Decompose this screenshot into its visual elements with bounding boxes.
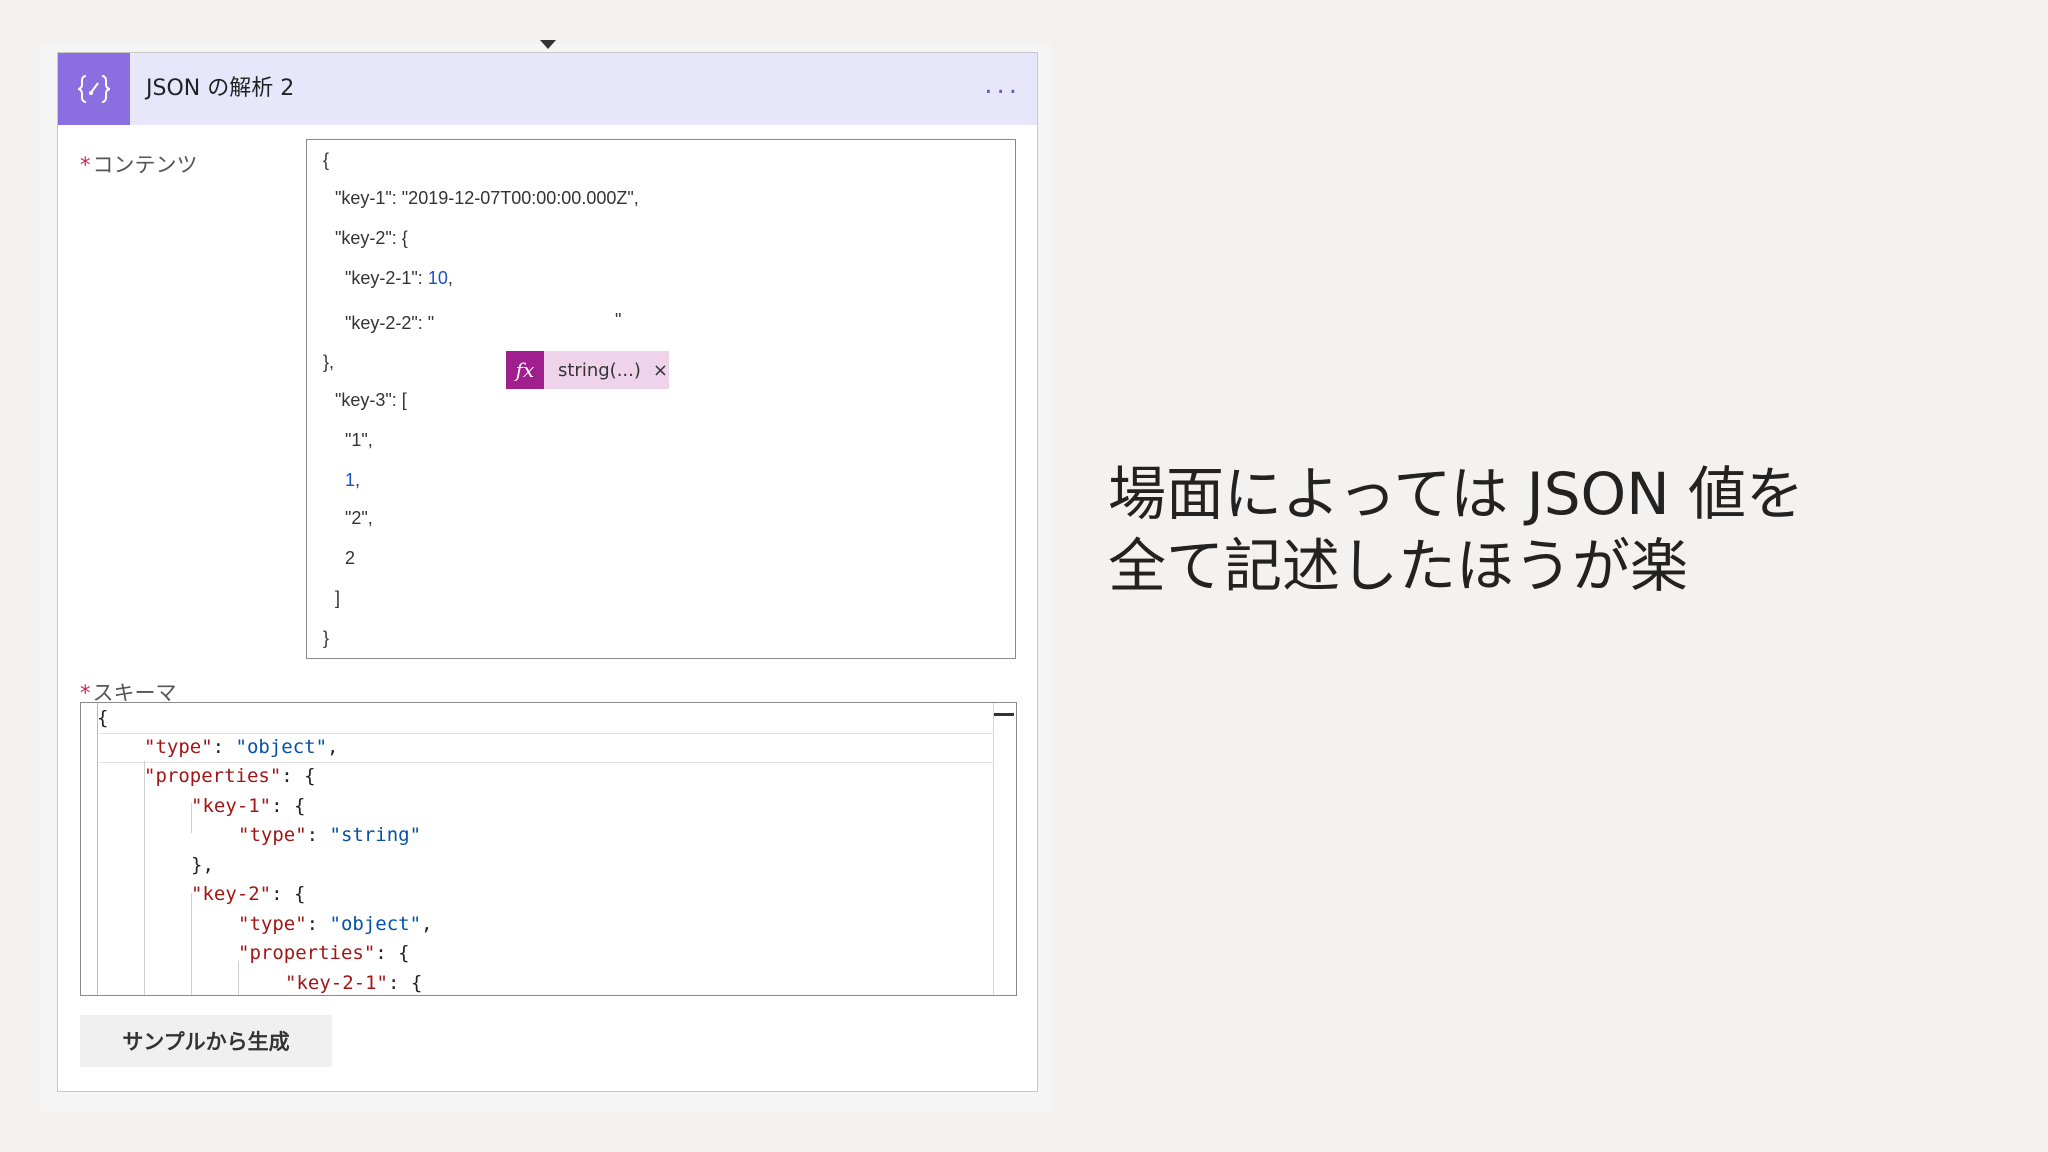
fx-icon: fx <box>506 351 544 389</box>
content-comma: , <box>355 470 361 490</box>
annotation-note: 場面によっては JSON 値を 全て記述したほうが楽 <box>1108 458 1988 602</box>
content-label-text: コンテンツ <box>92 153 198 177</box>
content-input[interactable]: { "key-1": "2019-12-07T00:00:00.000Z", "… <box>306 139 1016 659</box>
content-line: }, <box>323 352 335 372</box>
content-key: "key-2-1": <box>345 268 428 288</box>
content-line: " <box>615 310 622 330</box>
schema-line: "key-1": { <box>191 795 306 817</box>
editor-scrollbar[interactable] <box>993 703 1016 995</box>
content-line: "key-3": [ <box>335 390 407 410</box>
action-header[interactable]: JSON の解析 2 ... <box>58 53 1037 125</box>
content-line: "key-1": "2019-12-07T00:00:00.000Z", <box>335 188 639 208</box>
expression-token[interactable]: fx string(...) × <box>506 351 669 389</box>
json-key: "key-1" <box>191 795 272 817</box>
content-line: } <box>323 628 330 648</box>
json-key: "key-2" <box>191 883 272 905</box>
content-comma: , <box>447 268 453 288</box>
json-key: "type" <box>144 736 213 758</box>
generate-from-sample-button[interactable]: サンプルから生成 <box>80 1015 332 1067</box>
schema-line: "type": "string" <box>238 824 422 846</box>
indent-guide <box>238 961 239 995</box>
schema-line: "properties": { <box>238 942 410 964</box>
content-number: 10 <box>427 268 448 288</box>
content-number: 1 <box>345 470 356 490</box>
required-mark: * <box>80 153 91 177</box>
json-key: "properties" <box>238 942 376 964</box>
json-key: "key-2-1" <box>285 972 388 994</box>
content-line: "key-2": { <box>335 228 408 248</box>
schema-line: }, <box>191 854 214 876</box>
content-line: "key-2-1": 10, <box>345 268 453 289</box>
schema-editor[interactable]: { "type": "object", "properties": { "key… <box>80 702 1017 996</box>
remove-token-button[interactable]: × <box>653 360 668 381</box>
content-line: { <box>323 150 330 170</box>
schema-line: "type": "object", <box>144 736 339 758</box>
json-key: "type" <box>238 824 307 846</box>
json-key: "type" <box>238 913 307 935</box>
schema-line: "key-2": { <box>191 883 306 905</box>
scroll-thumb[interactable] <box>994 713 1014 716</box>
json-value: "object" <box>235 736 328 758</box>
more-options-button[interactable]: ... <box>984 53 1021 125</box>
schema-line: { <box>97 707 109 729</box>
content-line: "2", <box>345 508 373 528</box>
action-title: JSON の解析 2 <box>146 76 295 101</box>
json-value: "string" <box>329 824 422 846</box>
content-line: 1, <box>345 470 360 491</box>
content-line: "key-2-2": " <box>345 313 435 333</box>
note-line: 場面によっては JSON 値を <box>1108 460 1805 528</box>
indent-guide <box>191 893 192 995</box>
token-label: string(...) <box>558 359 641 381</box>
schema-line: "key-2-1": { <box>285 972 423 994</box>
content-line: ] <box>335 588 341 608</box>
curly-braces-icon <box>58 53 130 125</box>
content-line: 2 <box>345 548 356 568</box>
schema-line: "type": "object", <box>238 913 433 935</box>
connector-arrow-icon <box>540 40 556 49</box>
json-value: "object" <box>329 913 422 935</box>
content-line: "1", <box>345 430 373 450</box>
schema-line: "properties": { <box>144 765 316 787</box>
content-label: *コンテンツ <box>80 149 198 179</box>
indent-guide <box>144 761 145 995</box>
note-line: 全て記述したほうが楽 <box>1108 532 1689 600</box>
parse-json-action-card: JSON の解析 2 ... *コンテンツ { "key-1": "2019-1… <box>57 52 1038 1092</box>
json-key: "properties" <box>144 765 282 787</box>
